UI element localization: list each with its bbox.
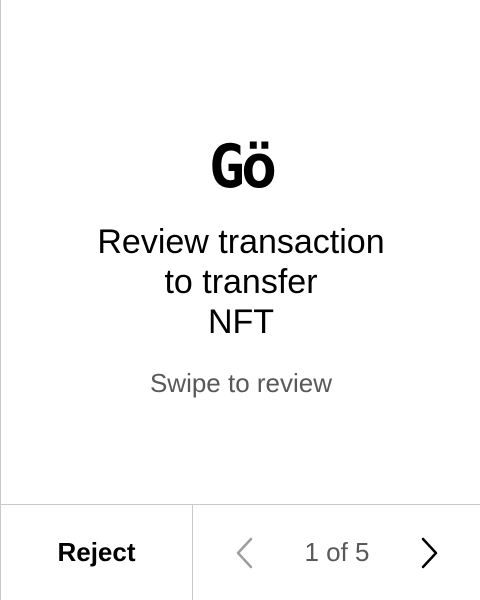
app-logo-icon: Gö <box>208 132 277 202</box>
title-line: Review transaction <box>97 223 385 261</box>
chevron-right-icon[interactable] <box>415 533 443 573</box>
title-line: NFT <box>207 303 275 341</box>
reject-button[interactable]: Reject <box>1 505 193 600</box>
navigation-footer: Reject 1 of 5 <box>1 504 480 600</box>
pager: 1 of 5 <box>193 505 480 600</box>
title-line: to transfer <box>164 263 318 301</box>
page-title: Review transaction to transfer NFT <box>1 222 480 342</box>
review-screen: Gö Review transaction to transfer NFT Sw… <box>0 0 480 600</box>
swipe-hint: Swipe to review <box>149 368 333 398</box>
page-indicator: 1 of 5 <box>304 537 370 567</box>
chevron-left-icon[interactable] <box>231 533 259 573</box>
